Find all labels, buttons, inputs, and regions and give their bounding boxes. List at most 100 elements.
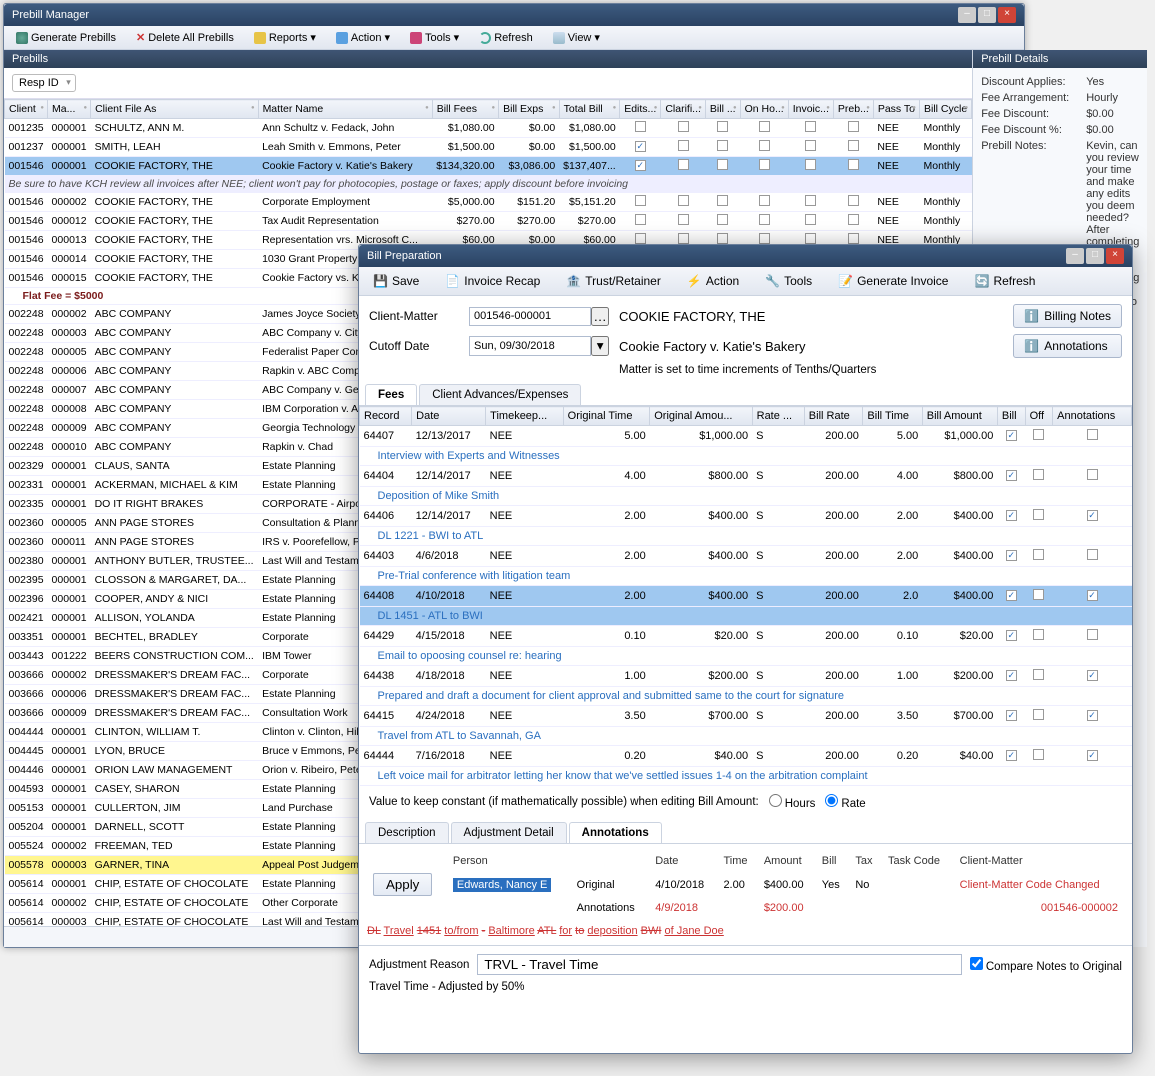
table-row[interactable]: Prepared and draft a document for client… [360, 687, 1132, 706]
save-button[interactable]: 💾 Save [365, 271, 427, 291]
generate-invoice-button[interactable]: 📝 Generate Invoice [830, 271, 956, 291]
checkbox[interactable] [1087, 510, 1098, 521]
minimize-button[interactable]: – [1066, 248, 1084, 264]
table-row[interactable]: 644447/16/2018NEE0.20$40.00S200.000.20$4… [360, 746, 1132, 767]
table-row[interactable]: 644154/24/2018NEE3.50$700.00S200.003.50$… [360, 706, 1132, 727]
checkbox[interactable] [1033, 629, 1044, 640]
checkbox[interactable] [678, 214, 689, 225]
checkbox[interactable] [1087, 469, 1098, 480]
checkbox[interactable] [1033, 669, 1044, 680]
table-row[interactable]: DL 1451 - ATL to BWI [360, 607, 1132, 626]
fees-grid[interactable]: RecordDateTimekeep...Original TimeOrigin… [359, 406, 1132, 786]
checkbox[interactable] [1087, 549, 1098, 560]
view-menu[interactable]: View ▾ [547, 29, 606, 46]
table-row[interactable]: 644084/10/2018NEE2.00$400.00S200.002.0$4… [360, 586, 1132, 607]
column-header[interactable]: Original Time [563, 407, 650, 426]
table-row[interactable]: 644384/18/2018NEE1.00$200.00S200.001.00$… [360, 666, 1132, 687]
column-header[interactable]: Bill [997, 407, 1025, 426]
checkbox[interactable] [1087, 429, 1098, 440]
tab-client-advances-expenses[interactable]: Client Advances/Expenses [419, 384, 581, 405]
apply-button[interactable]: Apply [373, 873, 432, 896]
checkbox[interactable] [1006, 630, 1017, 641]
table-row[interactable]: 6440412/14/2017NEE4.00$800.00S200.004.00… [360, 466, 1132, 487]
column-header[interactable]: Invoic... [788, 100, 833, 119]
column-header[interactable]: Pass To [873, 100, 919, 119]
checkbox[interactable] [678, 140, 689, 151]
checkbox[interactable] [1006, 470, 1017, 481]
subtab-annotations[interactable]: Annotations [569, 822, 662, 843]
column-header[interactable]: Bill Fees [432, 100, 498, 119]
checkbox[interactable] [678, 233, 689, 244]
table-row[interactable]: Be sure to have KCH review all invoices … [5, 176, 972, 193]
checkbox[interactable] [848, 195, 859, 206]
checkbox[interactable] [759, 121, 770, 132]
table-row[interactable]: DL 1221 - BWI to ATL [360, 527, 1132, 546]
checkbox[interactable] [635, 233, 646, 244]
checkbox[interactable] [1033, 509, 1044, 520]
tab-fees[interactable]: Fees [365, 384, 417, 405]
column-header[interactable]: Date [412, 407, 486, 426]
checkbox[interactable] [848, 159, 859, 170]
column-header[interactable]: Bill Time [863, 407, 922, 426]
checkbox[interactable] [1006, 550, 1017, 561]
column-header[interactable]: Rate ... [752, 407, 804, 426]
column-header[interactable]: Timekeep... [486, 407, 564, 426]
column-header[interactable]: Annotations [1053, 407, 1132, 426]
table-row[interactable]: Left voice mail for arbitrator letting h… [360, 767, 1132, 786]
column-header[interactable]: Record [360, 407, 412, 426]
checkbox[interactable] [635, 214, 646, 225]
table-row[interactable]: 001546000002COOKIE FACTORY, THECorporate… [5, 193, 972, 212]
checkbox[interactable] [805, 140, 816, 151]
checkbox[interactable] [1033, 429, 1044, 440]
reports-menu[interactable]: Reports ▾ [248, 29, 322, 46]
action-menu[interactable]: Action ▾ [330, 29, 396, 46]
tools-menu[interactable]: Tools ▾ [404, 29, 465, 46]
checkbox[interactable] [1087, 629, 1098, 640]
checkbox[interactable] [805, 121, 816, 132]
checkbox[interactable] [678, 195, 689, 206]
resp-id-filter[interactable]: Resp ID [12, 74, 76, 92]
table-row[interactable]: 6440612/14/2017NEE2.00$400.00S200.002.00… [360, 506, 1132, 527]
checkbox[interactable] [848, 121, 859, 132]
checkbox[interactable] [1033, 549, 1044, 560]
checkbox[interactable] [1033, 469, 1044, 480]
column-header[interactable]: Ma... [48, 100, 91, 119]
hours-radio[interactable]: Hours [769, 794, 816, 810]
column-header[interactable]: Original Amou... [650, 407, 752, 426]
checkbox[interactable] [717, 214, 728, 225]
checkbox[interactable] [1033, 749, 1044, 760]
table-row[interactable]: Pre-Trial conference with litigation tea… [360, 567, 1132, 586]
generate-prebills-button[interactable]: Generate Prebills [10, 29, 122, 46]
checkbox[interactable] [1087, 590, 1098, 601]
client-matter-lookup[interactable]: … [591, 307, 609, 326]
checkbox[interactable] [848, 140, 859, 151]
checkbox[interactable] [1006, 710, 1017, 721]
delete-all-prebills-button[interactable]: ✕Delete All Prebills [130, 29, 240, 46]
column-header[interactable]: Bill Rate [804, 407, 863, 426]
checkbox[interactable] [848, 214, 859, 225]
checkbox[interactable] [805, 195, 816, 206]
column-header[interactable]: Off [1025, 407, 1053, 426]
refresh-button[interactable]: Refresh [473, 29, 539, 46]
cutoff-date-picker[interactable]: ▾ [591, 336, 609, 356]
checkbox[interactable] [678, 159, 689, 170]
column-header[interactable]: Client [5, 100, 48, 119]
checkbox[interactable] [635, 160, 646, 171]
checkbox[interactable] [1006, 750, 1017, 761]
column-header[interactable]: Bill Cycle [920, 100, 972, 119]
close-button[interactable]: × [1106, 248, 1124, 264]
checkbox[interactable] [1006, 590, 1017, 601]
subtab-adjustment-detail[interactable]: Adjustment Detail [451, 822, 567, 843]
table-row[interactable]: 001546000012COOKIE FACTORY, THETax Audit… [5, 212, 972, 231]
column-header[interactable]: Clarifi... [661, 100, 706, 119]
table-row[interactable]: Deposition of Mike Smith [360, 487, 1132, 506]
table-row[interactable]: Email to opoosing counsel re: hearing [360, 647, 1132, 666]
checkbox[interactable] [717, 233, 728, 244]
checkbox[interactable] [805, 159, 816, 170]
checkbox[interactable] [759, 233, 770, 244]
table-row[interactable]: 001237000001SMITH, LEAHLeah Smith v. Emm… [5, 138, 972, 157]
table-row[interactable]: Travel from ATL to Savannah, GA [360, 727, 1132, 746]
minimize-button[interactable]: – [958, 7, 976, 23]
column-header[interactable]: Bill ... [705, 100, 740, 119]
table-row[interactable]: 001546000001COOKIE FACTORY, THECookie Fa… [5, 157, 972, 176]
